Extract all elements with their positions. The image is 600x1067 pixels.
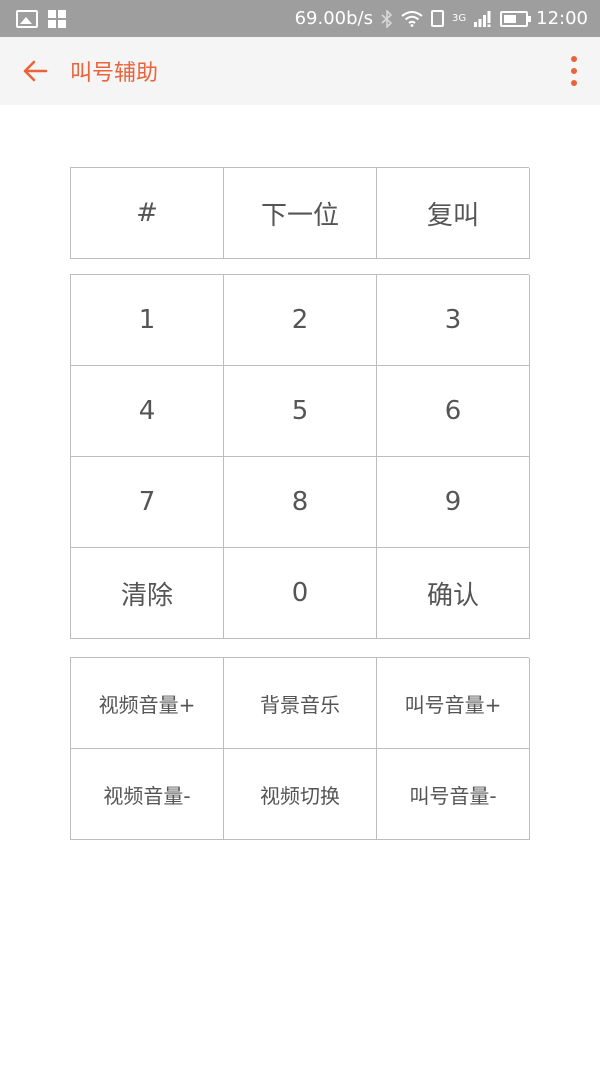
network-speed: 69.00b/s <box>294 8 373 29</box>
status-bar: 69.00b/s 3G 12:00 <box>0 0 600 37</box>
hash-key[interactable]: # <box>71 168 224 259</box>
call-volume-down-button[interactable]: 叫号音量- <box>377 749 530 840</box>
recall-button[interactable]: 复叫 <box>377 168 530 259</box>
confirm-button[interactable]: 确认 <box>377 548 530 639</box>
key-2[interactable]: 2 <box>224 275 377 366</box>
background-music-button[interactable]: 背景音乐 <box>224 658 377 749</box>
status-left <box>0 9 66 28</box>
arrow-left-icon <box>23 60 48 82</box>
number-pad: 1 2 3 4 5 6 7 8 9 清除 0 确认 <box>70 274 530 639</box>
wifi-icon <box>401 10 423 27</box>
more-options-button[interactable] <box>562 53 586 89</box>
key-5[interactable]: 5 <box>224 366 377 457</box>
status-right: 69.00b/s 3G 12:00 <box>295 8 600 29</box>
key-7[interactable]: 7 <box>71 457 224 548</box>
key-8[interactable]: 8 <box>224 457 377 548</box>
page-title: 叫号辅助 <box>70 61 159 86</box>
action-pad: # 下一位 复叫 <box>70 167 530 259</box>
call-volume-up-button[interactable]: 叫号音量+ <box>377 658 530 749</box>
video-volume-up-button[interactable]: 视频音量+ <box>71 658 224 749</box>
sim-card-icon <box>431 10 444 27</box>
video-switch-button[interactable]: 视频切换 <box>224 749 377 840</box>
image-icon <box>16 9 38 28</box>
key-0[interactable]: 0 <box>224 548 377 639</box>
apps-grid-icon <box>48 9 66 28</box>
more-vertical-icon <box>571 56 577 86</box>
next-button[interactable]: 下一位 <box>224 168 377 259</box>
network-type: 3G <box>452 13 467 24</box>
clear-button[interactable]: 清除 <box>71 548 224 639</box>
app-bar: 叫号辅助 <box>0 37 600 105</box>
key-1[interactable]: 1 <box>71 275 224 366</box>
battery-icon <box>500 10 532 27</box>
video-volume-down-button[interactable]: 视频音量- <box>71 749 224 840</box>
back-button[interactable] <box>0 37 70 105</box>
bluetooth-icon <box>381 9 393 28</box>
key-9[interactable]: 9 <box>377 457 530 548</box>
clock: 12:00 <box>536 8 588 29</box>
key-4[interactable]: 4 <box>71 366 224 457</box>
key-3[interactable]: 3 <box>377 275 530 366</box>
key-6[interactable]: 6 <box>377 366 530 457</box>
media-control-pad: 视频音量+ 背景音乐 叫号音量+ 视频音量- 视频切换 叫号音量- <box>70 657 530 840</box>
signal-icon <box>474 10 491 27</box>
